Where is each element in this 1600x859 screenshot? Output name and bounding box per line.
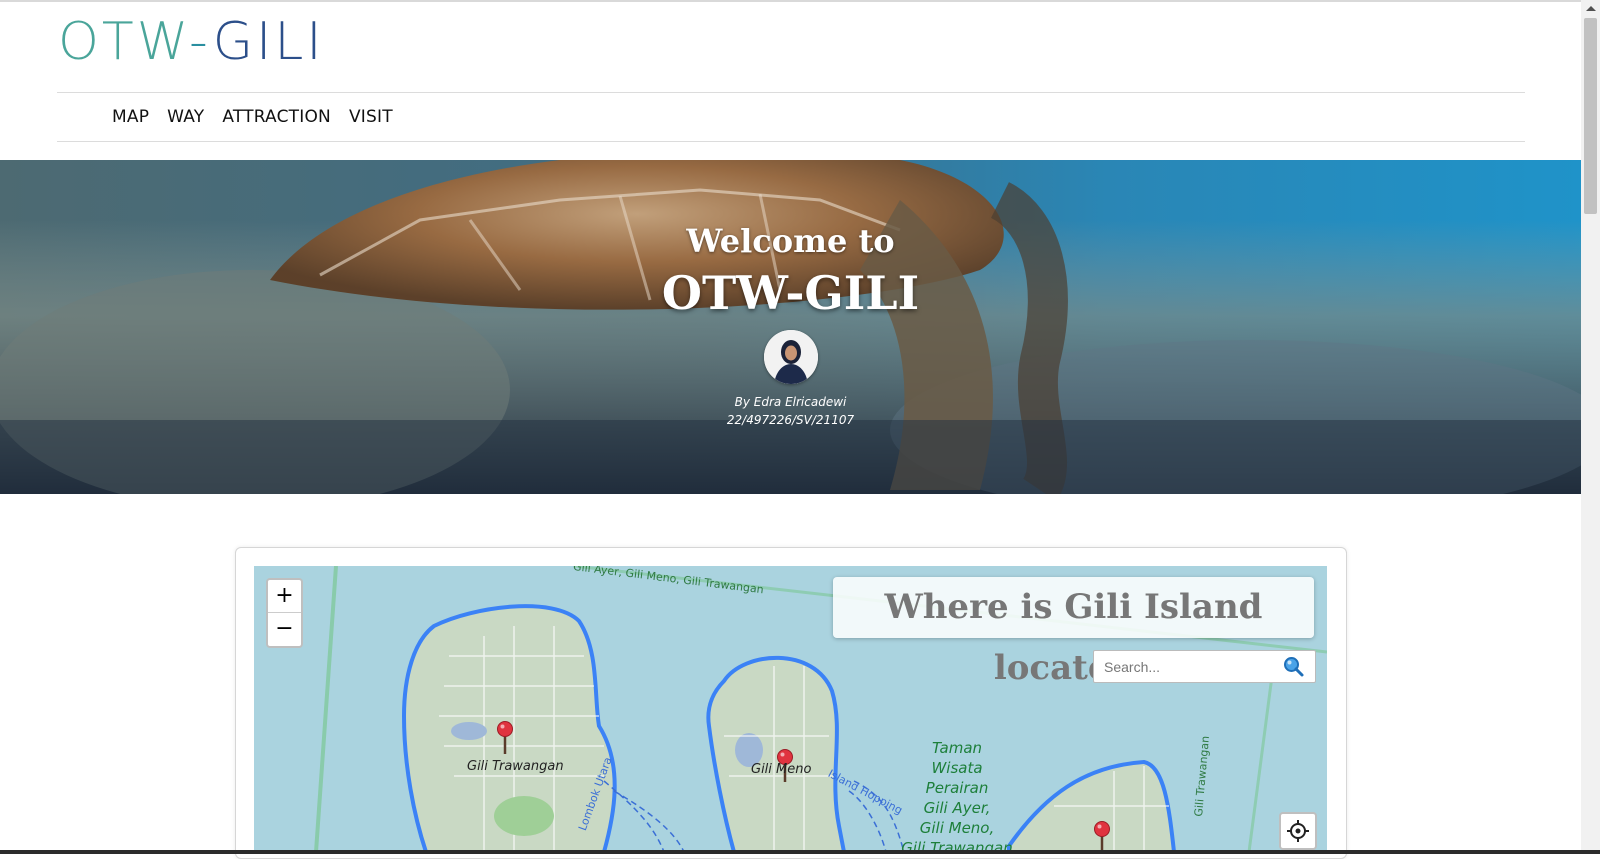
hero-banner: Welcome to OTW-GILI By Edra Elricadewi 2… — [0, 160, 1581, 494]
label-marine-park-line: Gili Ayer, — [923, 799, 991, 817]
map-title: Where is Gili Island located? — [833, 577, 1314, 688]
main-nav: MAP WAY ATTRACTION VISIT — [57, 92, 1525, 142]
locate-icon — [1287, 820, 1309, 842]
label-gili-trawangan: Gili Trawangan — [467, 759, 564, 774]
logo-part-otw: OTW — [58, 12, 190, 72]
zoom-out-button[interactable]: − — [268, 613, 301, 645]
author-avatar — [764, 330, 818, 384]
hero-background-turtle-image — [0, 160, 1581, 494]
bottom-edge — [0, 850, 1600, 854]
label-marine-park-line: Gili Meno, — [919, 819, 995, 837]
scroll-up-arrow-icon[interactable] — [1586, 6, 1596, 11]
map-search-box — [1093, 650, 1316, 683]
hero-student-id: 22/497226/SV/21107 — [726, 413, 855, 427]
map-marker-icon[interactable] — [495, 720, 515, 756]
zoom-in-button[interactable]: + — [268, 580, 301, 613]
locate-button[interactable] — [1279, 812, 1317, 850]
map-marker-icon[interactable] — [1092, 820, 1112, 852]
hero-welcome: Welcome to — [686, 222, 895, 260]
search-icon[interactable] — [1282, 655, 1306, 679]
top-border — [0, 0, 1581, 2]
gili-map[interactable]: Gili Trawangan Gili Meno Taman Wisata Pe… — [254, 566, 1327, 852]
zoom-control: + − — [266, 578, 303, 648]
hero-title: OTW-GILI — [661, 266, 920, 320]
nav-item-way[interactable]: WAY — [167, 107, 204, 127]
label-marine-park-line: Taman — [931, 739, 983, 757]
nav-item-map[interactable]: MAP — [112, 107, 149, 127]
label-marine-park-line: Wisata — [931, 759, 983, 777]
hero-author: By Edra Elricadewi — [734, 395, 847, 409]
label-marine-park: Taman Wisata Perairan Gili Ayer, Gili Me… — [892, 738, 1022, 852]
page-scrollbar[interactable] — [1581, 0, 1600, 850]
logo-dash: - — [189, 12, 213, 72]
label-gili-meno: Gili Meno — [751, 762, 812, 777]
nav-item-attraction[interactable]: ATTRACTION — [222, 107, 331, 127]
site-logo[interactable]: OTW-GILI — [58, 12, 325, 72]
search-input[interactable] — [1102, 656, 1276, 678]
label-marine-park-line: Perairan — [925, 779, 989, 797]
nav-item-visit[interactable]: VISIT — [349, 107, 393, 127]
scroll-thumb[interactable] — [1584, 18, 1597, 214]
logo-part-gili: GILI — [212, 12, 325, 72]
